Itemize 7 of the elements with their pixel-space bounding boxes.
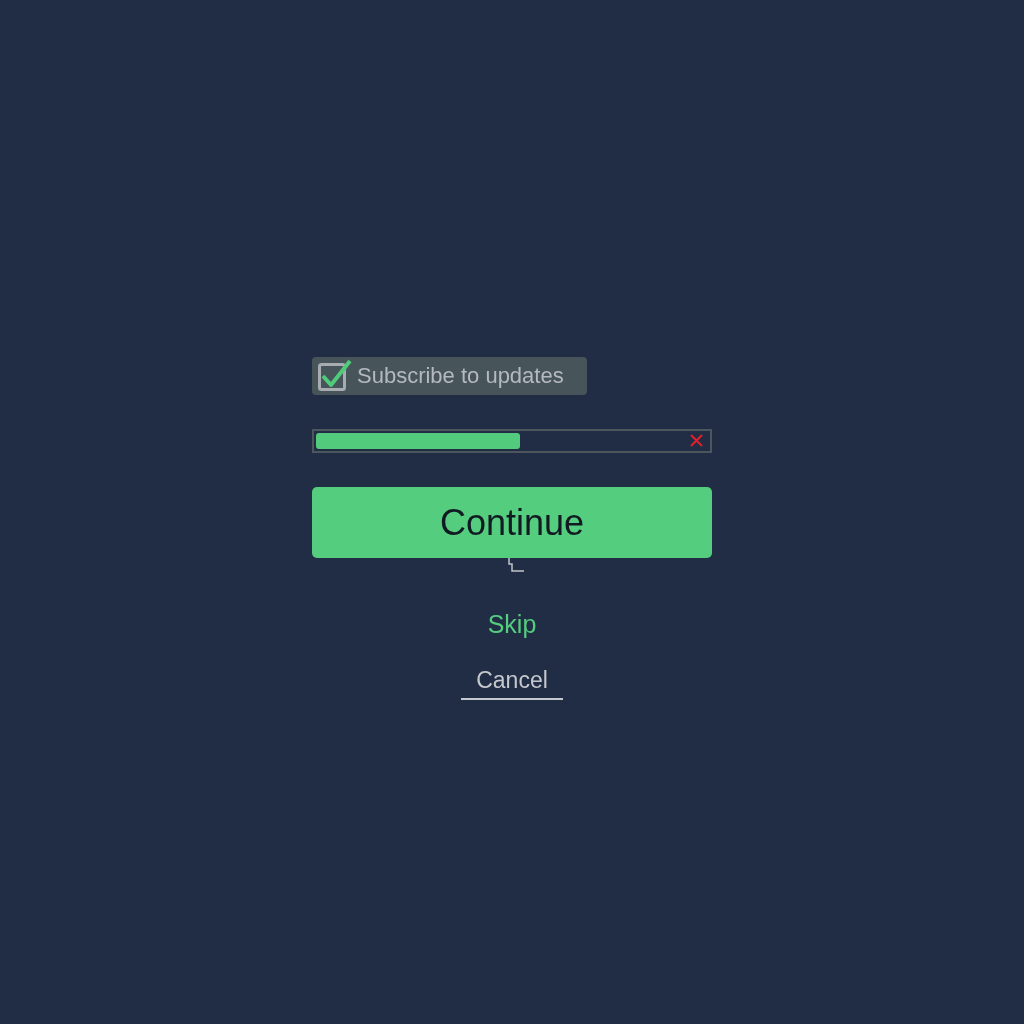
checkbox[interactable] [318, 359, 352, 393]
close-icon[interactable] [690, 434, 703, 447]
checkbox-label: Subscribe to updates [357, 363, 564, 389]
cancel-link[interactable]: Cancel [461, 667, 563, 700]
stepped-line-icon [508, 558, 524, 572]
skip-link[interactable]: Skip [487, 609, 537, 640]
continue-button[interactable]: Continue [312, 487, 712, 558]
